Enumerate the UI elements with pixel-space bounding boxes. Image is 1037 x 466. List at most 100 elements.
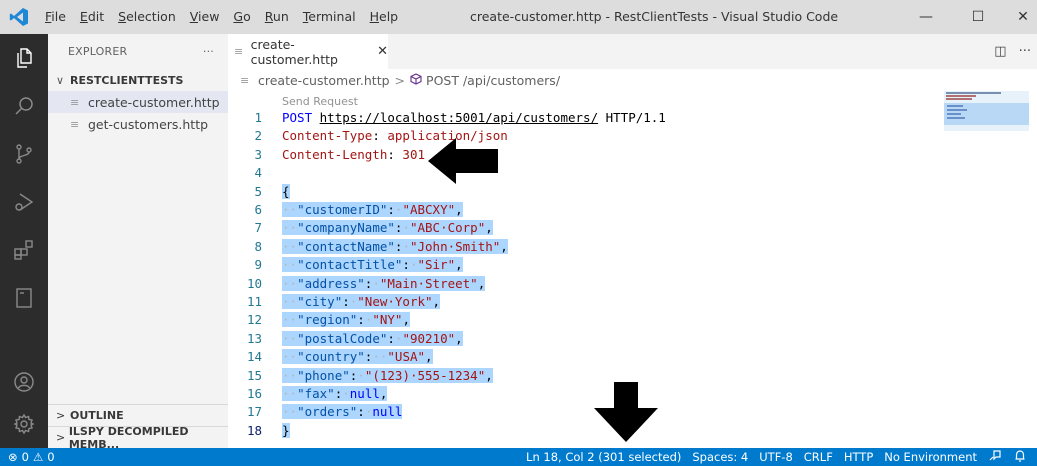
- menu-run[interactable]: Run: [258, 0, 296, 34]
- status-bar: ⊗ 0 ⚠ 0 Ln 18, Col 2 (301 selected) Spac…: [0, 448, 1037, 466]
- breadcrumb-symbol[interactable]: POST /api/customers/: [426, 73, 560, 88]
- file-icon: ≡: [234, 45, 244, 58]
- token-null: null: [349, 386, 380, 401]
- token-hdrval: 301: [402, 146, 425, 162]
- token-ws: ··: [282, 220, 298, 236]
- line-code: {: [282, 183, 290, 201]
- code-line: 3 Content-Length: 301: [228, 146, 928, 164]
- token-key: "postalCode": [297, 330, 388, 346]
- token-ws: ··: [282, 312, 298, 328]
- menu-edit[interactable]: Edit: [73, 0, 111, 34]
- file-icon: ≡: [70, 117, 80, 131]
- menu-view[interactable]: View: [183, 0, 227, 34]
- menu-file[interactable]: File: [38, 0, 73, 34]
- extensions-icon[interactable]: [0, 226, 48, 274]
- tab-close-button[interactable]: ✕: [377, 44, 388, 59]
- token-key: "contactTitle": [297, 257, 403, 273]
- split-editor-icon[interactable]: ◫: [994, 44, 1006, 59]
- code-line: 5{: [228, 183, 928, 201]
- tab-create-customer[interactable]: ≡ create-customer.http ✕: [228, 34, 388, 69]
- maximize-button[interactable]: ☐: [955, 0, 1001, 34]
- file-item-get-customers[interactable]: ≡ get-customers.http: [48, 113, 228, 135]
- token-key: "customerID": [297, 202, 388, 217]
- chevron-right-icon: >: [56, 431, 66, 444]
- line-code: POST https://localhost:5001/api/customer…: [282, 109, 666, 127]
- line-number: 11: [246, 294, 262, 309]
- menu-help[interactable]: Help: [363, 0, 406, 34]
- code-line: 18}: [228, 422, 928, 440]
- token-str: "90210": [402, 330, 456, 346]
- warning-icon: ⚠: [32, 450, 44, 464]
- token-ws: ··: [282, 257, 298, 273]
- feedback-icon[interactable]: [988, 449, 1002, 466]
- token-ws: ·: [372, 275, 380, 291]
- token-key: "fax": [297, 386, 335, 401]
- send-request-codelens[interactable]: Send Request: [282, 95, 358, 108]
- cursor-position[interactable]: Ln 18, Col 2 (301 selected): [526, 450, 681, 464]
- settings-gear-icon[interactable]: [0, 400, 48, 448]
- explorer-more-button[interactable]: ···: [203, 45, 214, 58]
- menu-terminal[interactable]: Terminal: [296, 0, 363, 34]
- ilspy-section[interactable]: > ILSPY DECOMPILED MEMB...: [48, 425, 228, 451]
- code-line: 13 ··"postalCode":·"90210",: [228, 330, 928, 348]
- title-bar: File Edit Selection View Go Run Terminal Help c…: [0, 0, 1037, 34]
- token-key: "city": [297, 294, 343, 309]
- outline-label: OUTLINE: [70, 409, 124, 422]
- line-code: ··"region":·"NY",: [282, 311, 410, 329]
- token-plain: :: [357, 404, 365, 420]
- line-code: ··"city":·"New·York",: [282, 293, 441, 311]
- token-plain: ,: [455, 330, 463, 346]
- token-key: "country": [297, 349, 365, 365]
- accounts-icon[interactable]: [0, 358, 48, 406]
- line-ending[interactable]: CRLF: [804, 450, 833, 464]
- line-code: ··"fax":·null,: [282, 385, 388, 403]
- line-number: 1: [254, 110, 262, 125]
- indentation[interactable]: Spaces: 4: [692, 450, 748, 464]
- outline-section[interactable]: > OUTLINE: [48, 404, 228, 426]
- editor-tab-bar: ≡ create-customer.http ✕ ◫ ···: [228, 34, 1037, 69]
- menu-go[interactable]: Go: [226, 0, 257, 34]
- token-str: "Sir": [417, 257, 456, 273]
- close-window-button[interactable]: ✕: [1000, 0, 1037, 34]
- menu-bar: File Edit Selection View Go Run Terminal Help: [38, 0, 405, 34]
- code-line: 6 ··"customerID":·"ABCXY",: [228, 201, 928, 219]
- breadcrumb-file[interactable]: create-customer.http: [258, 73, 390, 88]
- file-label: create-customer.http: [88, 94, 220, 110]
- code-line: 15 ··"phone":·"(123)·555-1234",: [228, 367, 928, 385]
- line-number: 17: [246, 404, 262, 420]
- token-plain: :: [387, 330, 395, 346]
- line-number: 14: [246, 349, 262, 365]
- run-debug-icon[interactable]: [0, 178, 48, 226]
- notebook-icon[interactable]: [0, 274, 48, 322]
- code-line: 11 ··"city":·"New·York",: [228, 293, 928, 311]
- token-key: "region": [297, 312, 358, 328]
- explorer-title: EXPLORER: [68, 45, 128, 58]
- token-plain: ,: [485, 367, 493, 383]
- folder-restclienttests[interactable]: ∨ RESTCLIENTTESTS: [48, 69, 228, 91]
- editor-more-button[interactable]: ···: [1019, 44, 1031, 59]
- bell-icon[interactable]: [1013, 449, 1027, 466]
- minimize-button[interactable]: —: [903, 0, 949, 34]
- token-plain: ,: [455, 257, 463, 273]
- minimap[interactable]: [944, 91, 1029, 131]
- rest-environment[interactable]: No Environment: [884, 450, 977, 464]
- token-plain: ,: [432, 294, 441, 309]
- explorer-icon[interactable]: [0, 34, 48, 82]
- encoding[interactable]: UTF-8: [759, 450, 793, 464]
- editor-actions: ◫ ···: [994, 34, 1031, 69]
- line-code: ··"orders":·null: [282, 403, 403, 421]
- line-number: 3: [254, 146, 262, 162]
- search-icon[interactable]: [0, 82, 48, 130]
- breadcrumb-separator: >: [394, 72, 406, 88]
- code-line: 4: [228, 164, 928, 182]
- source-control-icon[interactable]: [0, 130, 48, 178]
- problems-indicator[interactable]: ⊗ 0 ⚠ 0: [8, 448, 55, 466]
- language-mode[interactable]: HTTP: [844, 450, 873, 464]
- file-item-create-customer[interactable]: ≡ create-customer.http: [48, 91, 228, 113]
- menu-selection[interactable]: Selection: [111, 0, 183, 34]
- line-number: 10: [246, 275, 262, 291]
- chevron-right-icon: >: [56, 409, 66, 422]
- token-str: "USA": [387, 349, 426, 365]
- line-code: ··"postalCode":·"90210",: [282, 330, 463, 348]
